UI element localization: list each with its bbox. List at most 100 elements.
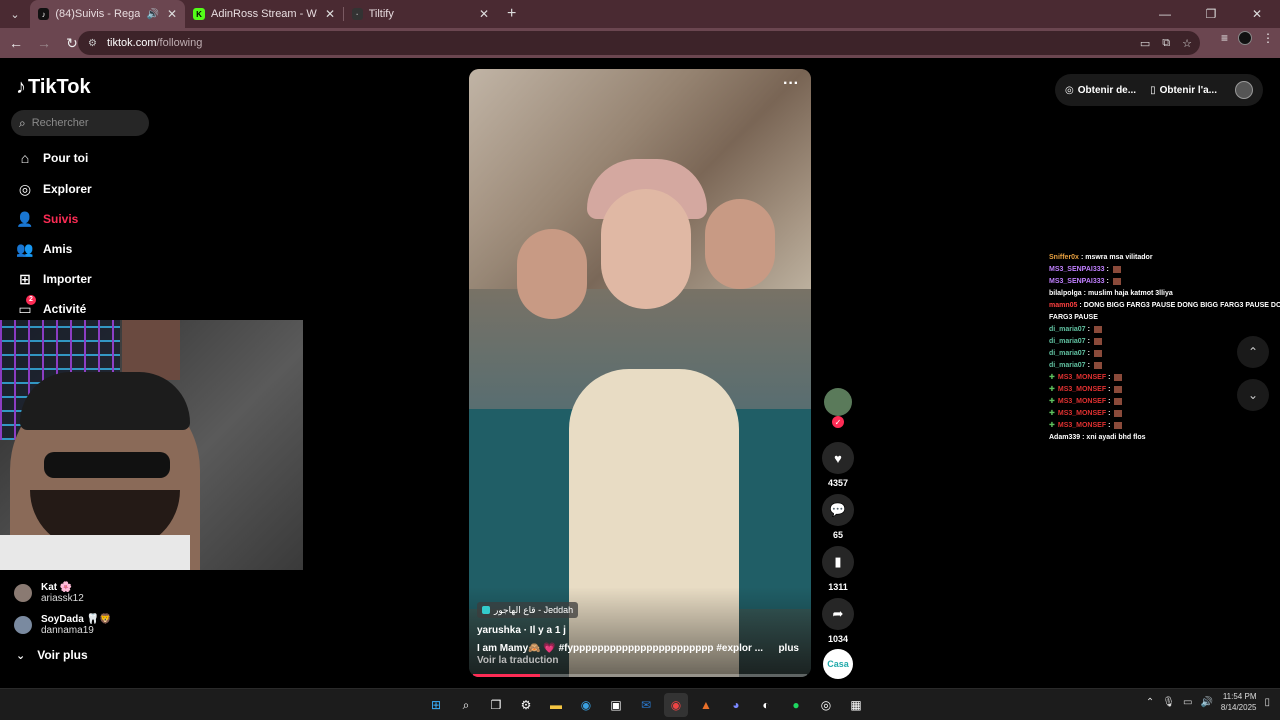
chat-emote-icon [1093, 337, 1102, 345]
discord-icon[interactable]: ◕ [724, 693, 748, 717]
network-icon[interactable]: ▭ [1183, 697, 1192, 708]
share-button[interactable]: ➦ 1034 [822, 598, 854, 644]
comment-count: 65 [832, 530, 843, 540]
back-icon[interactable]: ← [4, 31, 28, 55]
chat-text: muslim haja katmot 3lliya [1087, 290, 1173, 297]
tab-close-icon[interactable]: ✕ [479, 7, 489, 21]
chat-emote-icon [1112, 277, 1121, 285]
tab-kick[interactable]: K AdinRoss Stream - Watch Live ✕ [185, 0, 343, 28]
chat-message: ✚ MS3_MONSEF: [1049, 420, 1280, 432]
chat-emote-icon [1093, 349, 1102, 357]
settings-gear-icon[interactable]: ⚙ [514, 693, 538, 717]
profile-avatar[interactable] [1238, 31, 1252, 45]
task-view-icon[interactable]: ❐ [484, 693, 508, 717]
translate-link[interactable]: Voir la traduction [477, 655, 559, 666]
browser-menu-icon[interactable]: ⋮ [1262, 31, 1274, 45]
caption-more-button[interactable]: plus [778, 643, 799, 654]
speaker-icon[interactable]: 🔊 [146, 9, 158, 20]
new-tab-icon[interactable]: + [507, 5, 516, 23]
calculator-icon[interactable]: ▦ [844, 693, 868, 717]
chat-text: FARG3 PAUSE [1049, 314, 1098, 321]
clock[interactable]: 11:54 PM 8/14/2025 [1221, 691, 1257, 713]
file-explorer-icon[interactable]: ▬ [544, 693, 568, 717]
close-window-icon[interactable]: ✕ [1234, 0, 1280, 28]
tiktok-note-icon: ♪ [16, 76, 26, 98]
scroll-up-button[interactable]: ⌃ [1237, 336, 1269, 368]
nav-suivis[interactable]: 👤 Suivis [16, 208, 78, 230]
nav-activite[interactable]: ▭ 2 Activité [16, 294, 86, 320]
app-icon[interactable]: ▲ [694, 693, 718, 717]
user-avatar[interactable] [1235, 81, 1253, 99]
nav-importer[interactable]: ⊞ Importer [16, 268, 92, 290]
chat-username: Adam339 [1049, 434, 1081, 441]
follow-plus-icon[interactable]: ✓ [832, 416, 844, 428]
tiktok-logo[interactable]: ♪ TikTok [16, 76, 91, 99]
nav-explorer[interactable]: ◎ Explorer [16, 178, 92, 200]
search-icon[interactable]: ⌕ [454, 693, 478, 717]
followed-account[interactable]: SoyDada 🦷🦁 dannama19 [14, 614, 111, 636]
chat-message: Adam339: xni ayadi bhd flos [1049, 432, 1280, 444]
comment-button[interactable]: 💬 65 [822, 494, 854, 540]
followed-account[interactable]: Kat 🌸 ariassk12 [14, 582, 84, 604]
nav-pour-toi[interactable]: ⌂ Pour toi [16, 147, 89, 169]
nav-label: Suivis [43, 212, 79, 226]
sound-disc[interactable]: Casa [823, 649, 853, 679]
like-button[interactable]: ♥ 4357 [822, 442, 854, 488]
cap [20, 372, 190, 430]
bookmark-star-icon[interactable]: ☆ [1182, 37, 1192, 50]
location-chip[interactable]: قاع الهاجور - Jeddah [477, 602, 579, 618]
spotify-icon[interactable]: ● [784, 693, 808, 717]
chat-username: di_maria07 [1049, 338, 1086, 345]
chat-separator: : [1108, 374, 1113, 381]
chat-separator: : [1108, 398, 1113, 405]
outlook-icon[interactable]: ✉ [634, 693, 658, 717]
tab-close-icon[interactable]: ✕ [167, 7, 177, 21]
steam-icon[interactable]: ◐ [754, 693, 778, 717]
microphone-icon[interactable]: 🎙 [1162, 697, 1175, 708]
cast-icon[interactable]: ▭ [1140, 37, 1150, 50]
tray-overflow-icon[interactable]: ⌃ [1146, 697, 1154, 708]
search-input[interactable]: ⌕ Rechercher [11, 110, 149, 136]
chevron-up-icon: ⌃ [1247, 345, 1259, 359]
video-player[interactable]: ··· قاع الهاجور - Jeddah yarushka · Il y… [469, 69, 811, 677]
address-bar[interactable]: ⚙ tiktok.com/following ▭ ⧉ ☆ [78, 31, 1200, 55]
scroll-down-button[interactable]: ⌄ [1237, 379, 1269, 411]
nav-amis[interactable]: 👥 Amis [16, 238, 72, 260]
get-app-button[interactable]: ▯ Obtenir l'a... [1150, 85, 1217, 96]
get-coins-button[interactable]: ◎ Obtenir de... [1065, 85, 1136, 96]
store-icon[interactable]: ▣ [604, 693, 628, 717]
chat-text: mswra msa vilitador [1085, 254, 1153, 261]
more-options-icon[interactable]: ··· [783, 75, 799, 93]
tab-close-icon[interactable]: ✕ [325, 7, 335, 21]
search-placeholder: Rechercher [31, 117, 89, 129]
restore-icon[interactable]: ❐ [1188, 0, 1234, 28]
chat-separator: : [1106, 266, 1111, 273]
media-control-icon[interactable]: ≡ [1221, 31, 1228, 45]
edge-icon[interactable]: ◉ [574, 693, 598, 717]
comment-icon: 💬 [822, 494, 854, 526]
translate-icon[interactable]: ⧉ [1162, 37, 1170, 50]
video-progress-bar[interactable] [473, 674, 807, 677]
friends-icon: 👥 [16, 240, 34, 257]
save-button[interactable]: ▮ 1311 [822, 546, 854, 592]
site-info-icon[interactable]: ⚙ [88, 38, 97, 49]
windows-start-icon[interactable]: ⊞ [424, 693, 448, 717]
forward-icon[interactable]: → [32, 31, 56, 55]
tab-tiltify[interactable]: · Tiltify ✕ [344, 0, 497, 28]
nav-label: Pour toi [43, 151, 89, 165]
tab-tiktok[interactable]: ♪ (84)Suivis - Regarde des vid 🔊 ✕ [30, 0, 185, 28]
chat-emote-icon [1114, 409, 1123, 417]
tab-title: (84)Suivis - Regarde des vid [55, 8, 141, 20]
minimize-icon[interactable]: — [1142, 0, 1188, 28]
creator-avatar[interactable] [824, 388, 852, 416]
video-author[interactable]: yarushka · Il y a 1 j [477, 625, 566, 636]
share-count: 1034 [827, 634, 849, 644]
see-more-button[interactable]: ⌄ Voir plus [16, 648, 88, 662]
tab-search-icon[interactable]: ⌄ [4, 3, 26, 25]
volume-icon[interactable]: 🔊 [1200, 697, 1212, 708]
tiktok-favicon-icon: ♪ [38, 8, 50, 20]
obs-icon[interactable]: ◎ [814, 693, 838, 717]
notifications-icon[interactable]: ▯ [1264, 697, 1270, 708]
video-progress-fill [473, 674, 540, 677]
chrome-icon[interactable]: ◉ [664, 693, 688, 717]
